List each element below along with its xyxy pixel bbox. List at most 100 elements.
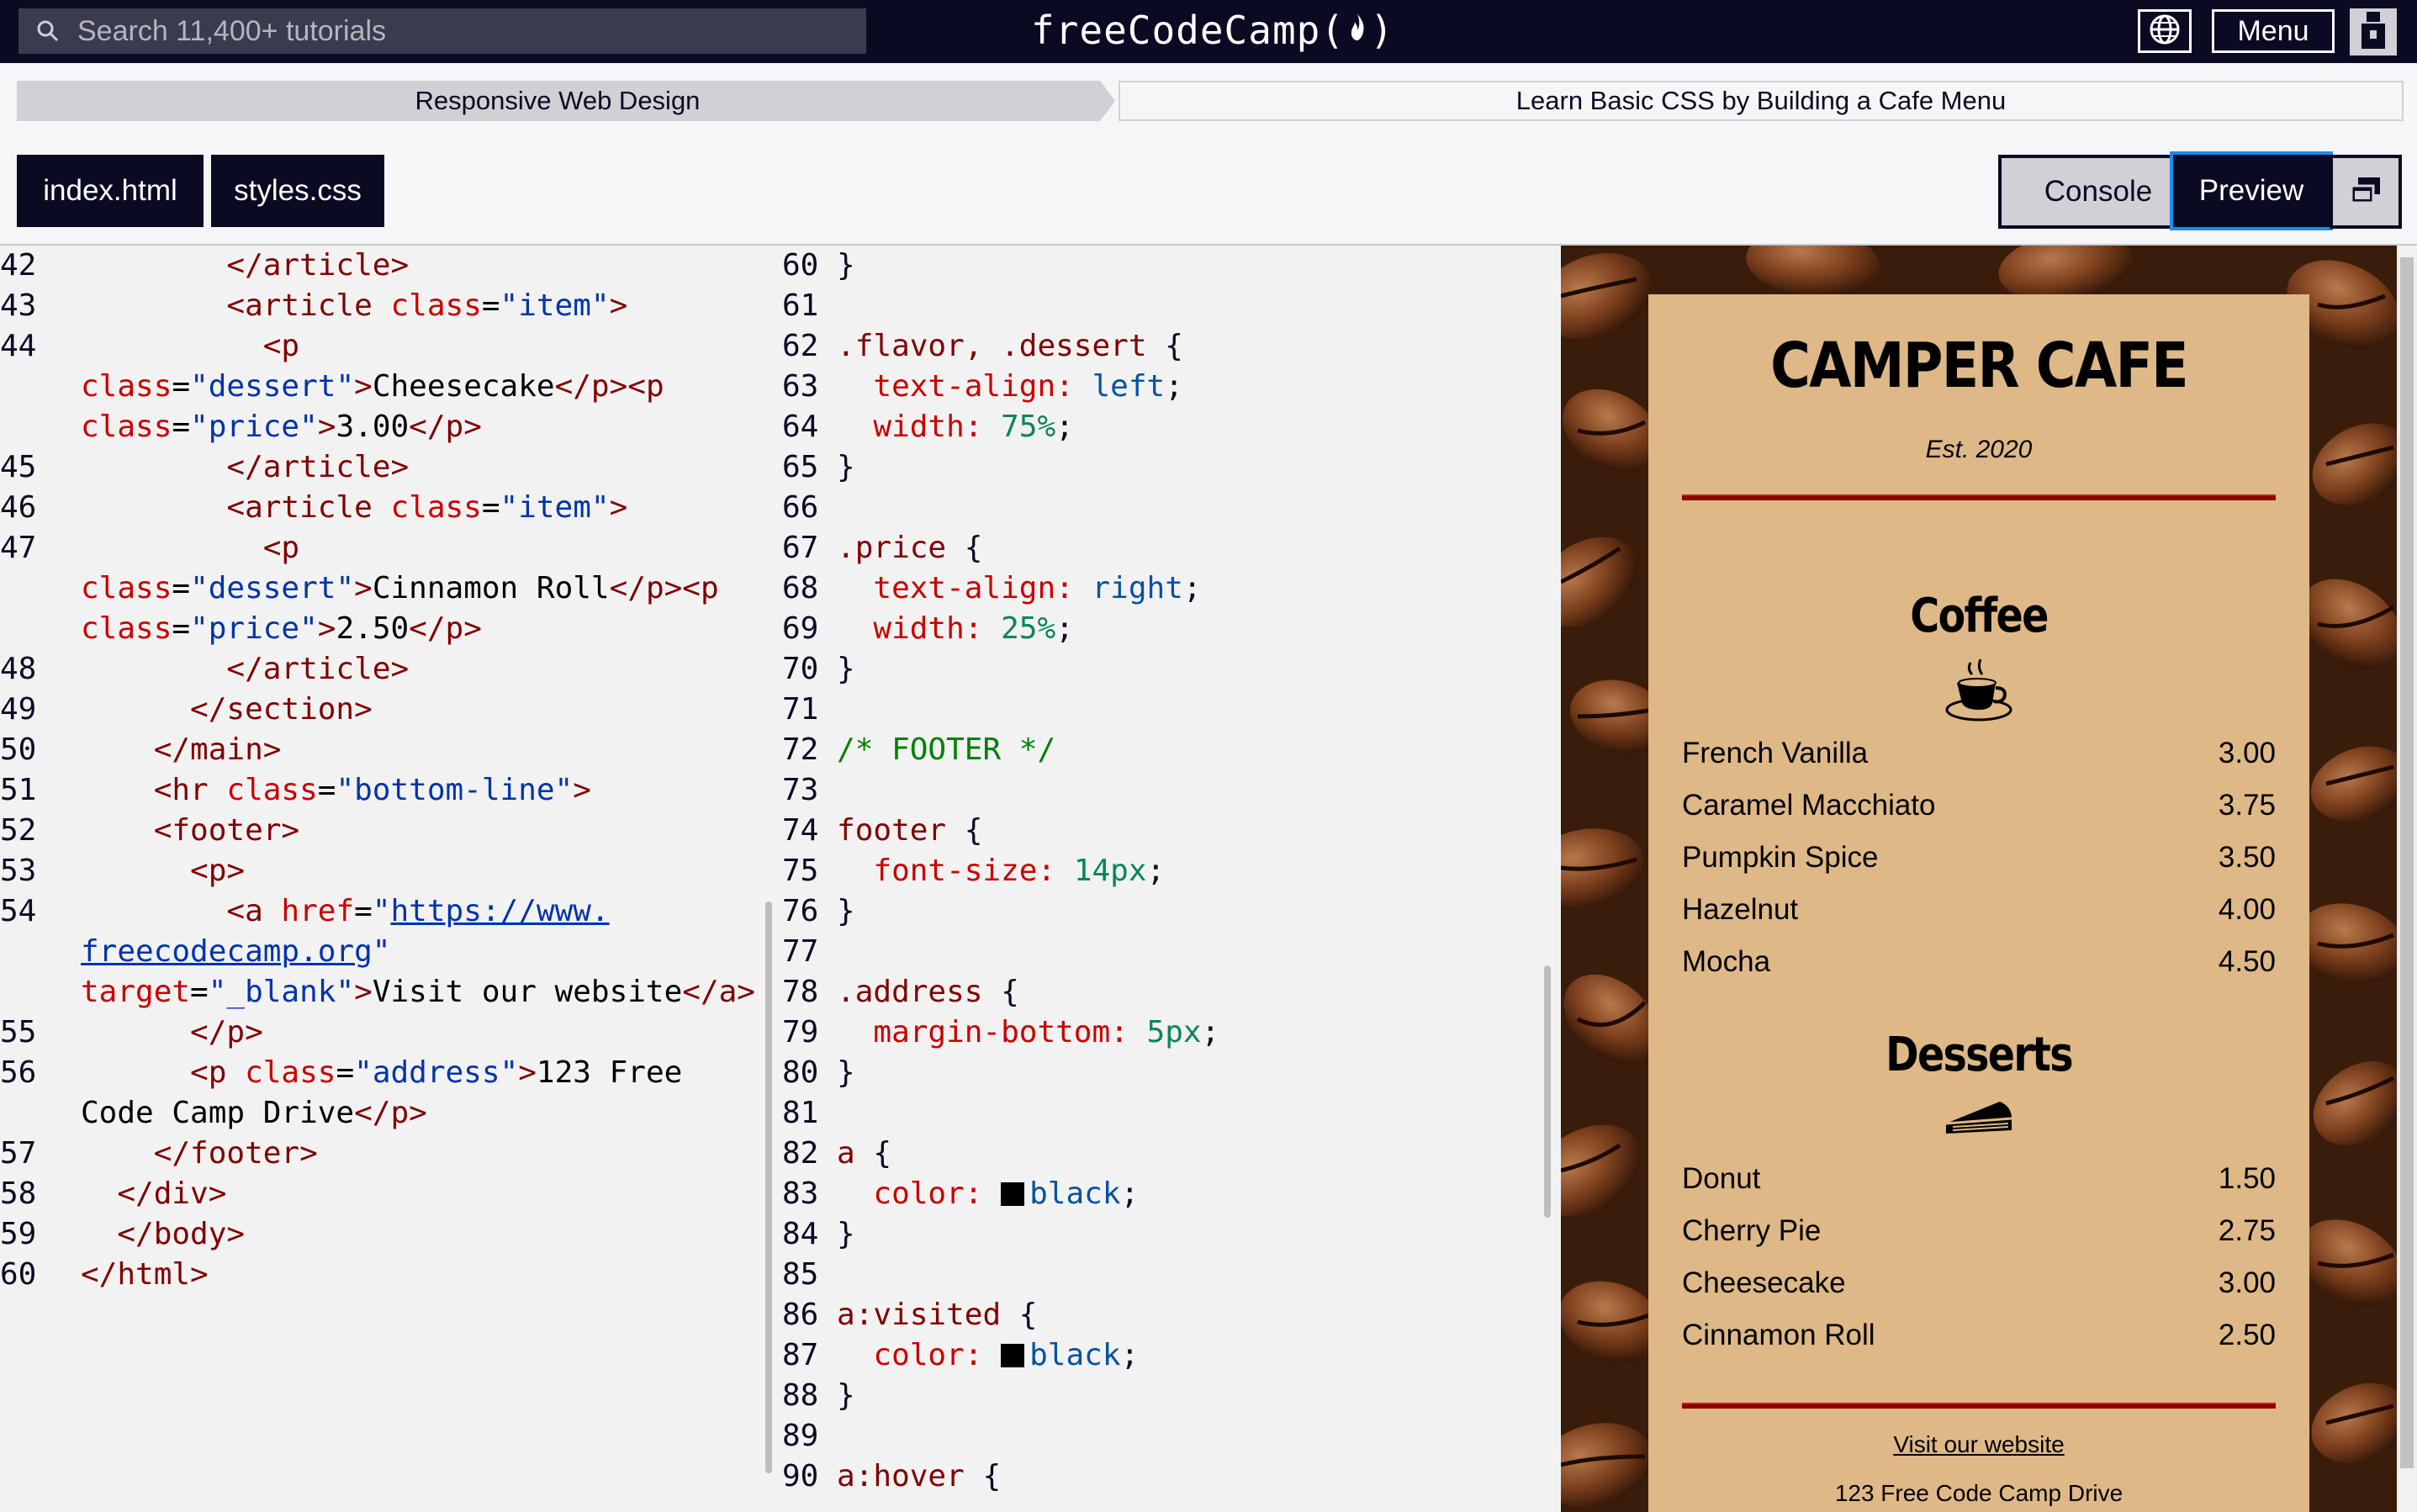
code-text[interactable]: <article class="item"> [81,286,627,326]
line-number: 44 [0,329,37,363]
code-line[interactable]: 90 a:hover { [782,1456,1001,1497]
dessert-item: Cinnamon Roll 2.50 [1682,1319,2276,1361]
code-text[interactable]: </article> [81,649,409,690]
code-line[interactable]: 78 .address { [782,972,1019,1012]
html-editor-scrollbar[interactable] [765,901,772,1473]
code-text[interactable]: <a href="https://www. [81,891,609,932]
preview-button[interactable]: Preview [2170,151,2333,230]
html-editor[interactable]: 42 </article> 43 <article class="item"> … [0,246,762,1512]
code-line[interactable]: 87 color: black; [782,1335,1139,1376]
code-text[interactable]: <article class="item"> [81,488,627,528]
code-line[interactable]: 63 text-align: left; [782,367,1183,407]
item-name: Cinnamon Roll [1682,1319,1875,1351]
code-text[interactable]: <p class="address">123 Free [81,1053,682,1093]
code-line[interactable]: 72 /* FOOTER */ [782,730,1055,770]
code-line[interactable]: 70 } [782,649,855,690]
code-line[interactable]: 86 a:visited { [782,1295,1037,1335]
code-line[interactable]: 67 .price { [782,528,982,568]
search-bar[interactable]: Search 11,400+ tutorials [19,8,866,54]
search-icon [19,8,77,54]
code-line[interactable]: 76 } [782,891,855,932]
code-text[interactable]: Code Camp Drive</p> [81,1093,427,1134]
code-text[interactable]: <p [81,528,299,568]
search-placeholder[interactable]: Search 11,400+ tutorials [77,15,386,48]
line-number: 65 [782,450,819,484]
code-line[interactable]: 79 margin-bottom: 5px; [782,1012,1219,1053]
code-text[interactable]: </html> [81,1255,209,1295]
line-number: 53 [0,854,37,888]
coffee-item: Mocha 4.50 [1682,945,2276,987]
preview-scrollbar-thumb[interactable] [2400,257,2414,1468]
line-number: 75 [782,854,819,888]
line-number: 80 [782,1055,819,1090]
code-line[interactable]: 75 font-size: 14px; [782,851,1165,891]
code-line[interactable]: 77 [782,932,818,972]
code-text[interactable]: class="dessert">Cinnamon Roll</p><p [81,568,719,609]
code-line[interactable]: 64 width: 75%; [782,407,1074,447]
tab-styles-css[interactable]: styles.css [211,155,384,227]
line-number: 67 [782,531,819,565]
item-name: Hazelnut [1682,893,1799,926]
top-nav: Search 11,400+ tutorials freeCodeCamp() … [0,0,2417,63]
preview-pane[interactable]: CAMPER CAFE Est. 2020 Coffee French Vani… [1561,246,2397,1512]
css-editor[interactable]: 60 } 61 62 .flavor, .dessert { 63 text-a… [777,246,1544,1512]
console-button[interactable]: Console [1998,155,2198,229]
code-text[interactable]: </div> [81,1174,226,1214]
code-line[interactable]: 81 [782,1093,818,1134]
tab-index-html[interactable]: index.html [17,155,204,227]
line-number: 61 [782,288,819,323]
code-text[interactable]: </main> [81,730,282,770]
code-text[interactable]: </section> [81,690,373,730]
visit-website-link[interactable]: Visit our website [1648,1431,2309,1458]
dessert-item: Cheesecake 3.00 [1682,1266,2276,1308]
code-line[interactable]: 61 [782,286,818,326]
code-text[interactable]: class="dessert">Cheesecake</p><p [81,367,664,407]
preview-popout-button[interactable] [2330,155,2402,229]
code-line[interactable]: 60 } [782,246,855,286]
code-line[interactable]: 66 [782,488,818,528]
user-avatar[interactable] [2350,8,2397,56]
code-line[interactable]: 80 } [782,1053,855,1093]
line-number: 47 [0,531,37,565]
code-text[interactable]: target="_blank">Visit our website</a> [81,972,755,1012]
code-text[interactable]: </footer> [81,1134,318,1174]
code-line[interactable]: 69 width: 25%; [782,609,1074,649]
color-swatch[interactable] [1001,1344,1025,1367]
code-text[interactable]: <p [81,326,299,367]
code-line[interactable]: 82 a { [782,1134,891,1174]
code-line[interactable]: 84 } [782,1214,855,1255]
code-line[interactable]: 89 [782,1416,818,1456]
code-line[interactable]: 88 } [782,1376,855,1416]
code-line[interactable]: 73 [782,770,818,811]
color-swatch[interactable] [1001,1182,1025,1206]
code-text[interactable]: </p> [81,1012,263,1053]
code-text[interactable]: </article> [81,246,409,286]
line-number: 60 [0,1257,37,1292]
code-text[interactable]: <p> [81,851,245,891]
code-text[interactable]: </article> [81,447,409,488]
code-text[interactable]: <footer> [81,811,299,851]
code-line[interactable]: 71 [782,690,818,730]
breadcrumb-block[interactable]: Learn Basic CSS by Building a Cafe Menu [1119,81,2404,121]
code-line[interactable]: 74 footer { [782,811,982,851]
code-comment: /* FOOTER */ [837,732,1056,767]
freecodecamp-logo[interactable]: freeCodeCamp() [1031,3,1394,57]
preview-splitter[interactable] [1544,246,1559,1512]
code-line[interactable]: 62 .flavor, .dessert { [782,326,1183,367]
editor-splitter[interactable] [762,246,777,1512]
language-globe-button[interactable] [2138,9,2192,53]
code-text[interactable]: class="price">2.50</p> [81,609,482,649]
code-line[interactable]: 68 text-align: right; [782,568,1202,609]
code-text[interactable]: class="price">3.00</p> [81,407,482,447]
code-text[interactable]: freecodecamp.org" [81,932,390,972]
code-line[interactable]: 83 color: black; [782,1174,1139,1214]
code-text[interactable]: <hr class="bottom-line"> [81,770,591,811]
breadcrumb-superblock[interactable]: Responsive Web Design [17,81,1115,121]
css-editor-scrollbar[interactable] [1544,965,1551,1218]
menu-button[interactable]: Menu [2212,9,2335,53]
code-line[interactable]: 85 [782,1255,818,1295]
preview-scrollbar[interactable] [2397,246,2417,1512]
coffee-item: French Vanilla 3.00 [1682,737,2276,779]
code-line[interactable]: 65 } [782,447,855,488]
code-text[interactable]: </body> [81,1214,245,1255]
